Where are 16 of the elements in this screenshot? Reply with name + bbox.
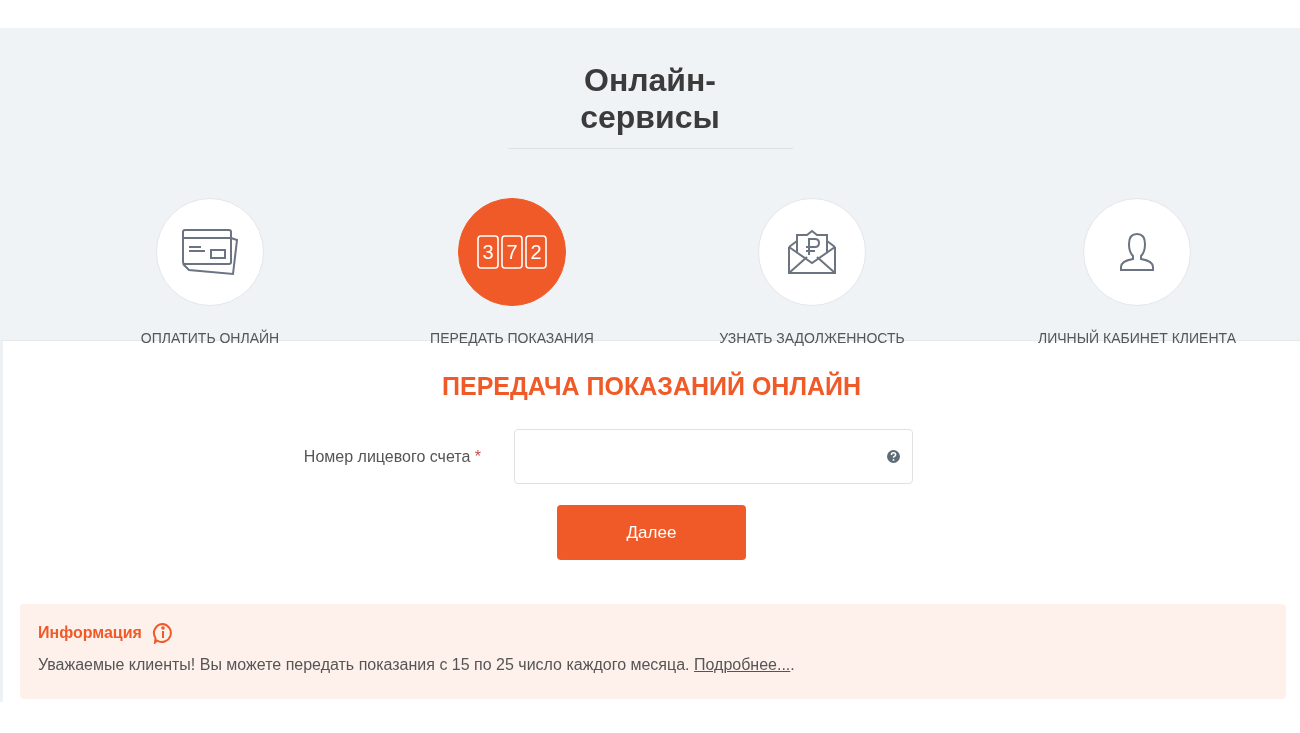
section-title: Онлайн-сервисы [507,62,793,149]
info-title: Информация [38,624,142,642]
help-icon[interactable] [887,450,900,463]
credit-card-icon [181,228,239,276]
account-number-field[interactable] [514,429,913,484]
service-link[interactable]: ОПЛАТИТЬ ОНЛАЙН [140,198,280,346]
user-icon [1119,232,1155,272]
more-link[interactable]: Подробнее... [694,656,791,673]
envelope-ruble-icon [787,229,837,275]
info-text: Уважаемые клиенты! Вы можете передать показания с 15 по 25 число каждого месяца. Подробнее.... [38,656,796,674]
service-link[interactable]: ЛИЧНЫЙ КАБИНЕТ КЛИЕНТА [1038,198,1236,346]
service-link[interactable]: 3 7 2 ПЕРЕДАТЬ ПОКАЗАНИЯ [430,198,594,346]
form-title: ПЕРЕДАЧА ПОКАЗАНИЙ ОНЛАЙН [442,372,861,401]
service-link[interactable]: УЗНАТЬ ЗАДОЛЖЕННОСТЬ [719,198,905,346]
info-icon [151,622,174,644]
field-label: Номер лицевого счета * [302,447,481,466]
